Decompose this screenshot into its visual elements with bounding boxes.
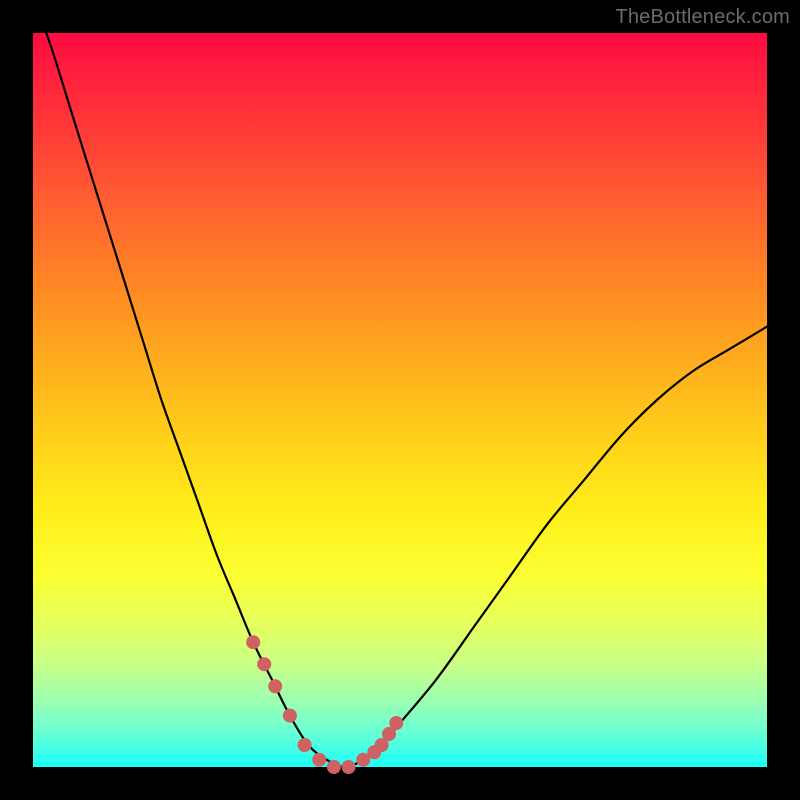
sweet-spot-dot [257,657,271,671]
bottleneck-curve [33,0,767,767]
sweet-spot-dot [342,760,356,774]
watermark-text: TheBottleneck.com [615,6,790,29]
sweet-spot-dot [246,635,260,649]
sweet-spot-dot [283,709,297,723]
chart-frame: TheBottleneck.com [0,0,800,800]
sweet-spot-dot [312,753,326,767]
sweet-spot-dot [268,679,282,693]
chart-svg-layer [0,0,800,800]
sweet-spot-dots [246,635,403,774]
sweet-spot-dot [298,738,312,752]
sweet-spot-dot [389,716,403,730]
sweet-spot-dot [327,760,341,774]
